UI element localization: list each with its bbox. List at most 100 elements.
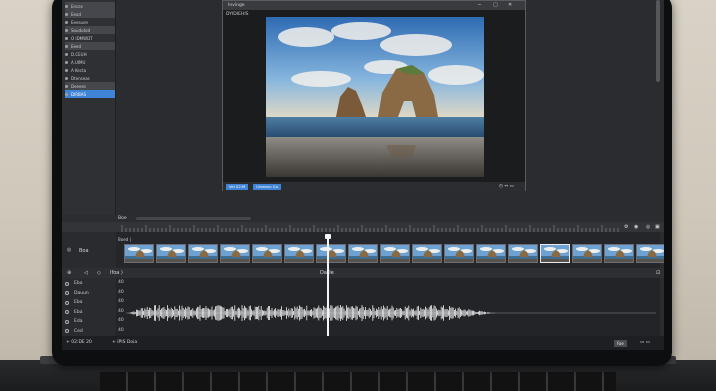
maximize-icon[interactable]: ▢	[493, 2, 498, 8]
clip-thumbnail[interactable]	[380, 244, 410, 263]
vertical-scrollbar[interactable]	[656, 0, 660, 82]
audio-track-header[interactable]: Dauun	[65, 289, 89, 298]
minimize-icon[interactable]: ─	[478, 2, 481, 8]
marker-icon[interactable]: ◉	[634, 224, 638, 230]
project-item[interactable]: Eeesuen	[65, 18, 115, 26]
timecode-button[interactable]: Vel 02:M	[226, 183, 249, 190]
status-mid: + IPIS Doia	[112, 340, 138, 345]
clip-thumbnail[interactable]	[124, 244, 154, 263]
project-item-label: Deeees	[71, 83, 87, 89]
item-icon	[65, 60, 68, 64]
audio-track-header[interactable]: Eba	[65, 298, 82, 307]
clip-thumbnail[interactable]	[284, 244, 314, 263]
audio-track-headers: Eba Dauun Eba Eba Eda Ced	[62, 278, 116, 336]
project-panel: Ences Eead Eeesuen Soudutod O IDMWDT Eeed D.CE…	[62, 0, 116, 215]
timeline-header: Boe	[62, 215, 664, 222]
clip-thumbnail[interactable]	[540, 244, 570, 263]
clip-label: Boed |	[118, 237, 131, 242]
project-item[interactable]: Dtenseas	[65, 74, 115, 82]
audio-track-name: Ced	[74, 328, 83, 334]
clip-thumbnail[interactable]	[188, 244, 218, 263]
preview-title: Invinge	[228, 3, 245, 8]
timeline-label: Boe	[118, 216, 127, 221]
audio-lanes[interactable]: 40 40 40 40 40 40	[116, 278, 660, 336]
clip-thumbnails[interactable]	[116, 244, 664, 264]
timeline-zoom-slider[interactable]	[136, 217, 251, 220]
video-track[interactable]: Boed |	[116, 232, 664, 268]
project-item[interactable]: A.UIMU	[65, 58, 115, 66]
timeline-ruler[interactable]: ⚙ ◉ ◎ ▣	[62, 222, 664, 232]
keyboard	[100, 372, 616, 391]
project-item[interactable]: Deeees	[65, 82, 115, 90]
view-mode-button[interactable]: Uiveanu Gu	[253, 183, 282, 190]
editor-screen: Ences Eead Eeesuen Soudutod O IDMWDT Eeed D.CE…	[62, 0, 664, 350]
ruler-ticks	[121, 225, 619, 232]
status-icons[interactable]: ▭ ▭	[640, 340, 650, 345]
audio-label: Ifoa ⟩	[110, 270, 123, 276]
audio-track-header[interactable]: Eba	[65, 279, 82, 288]
clip-thumbnail[interactable]	[572, 244, 602, 263]
clip-thumbnail[interactable]	[604, 244, 634, 263]
preview-window: Invinge ─ ▢ ✕ DYIDIEHIS Vel 02:M Uiveanu…	[222, 0, 526, 191]
audio-waveform[interactable]	[116, 278, 660, 336]
video-track-header[interactable]: ◎ Boa	[62, 232, 116, 268]
project-item-label: Ences	[71, 3, 83, 9]
status-button[interactable]: Fae	[614, 340, 627, 347]
project-item[interactable]: DIRBAS	[65, 90, 115, 98]
speaker-icon[interactable]: ◁	[84, 270, 88, 276]
track-mute-icon[interactable]	[65, 281, 69, 286]
close-icon[interactable]: ✕	[508, 2, 512, 8]
item-icon	[65, 28, 68, 32]
audio-track-header[interactable]: Eda	[65, 317, 82, 326]
audio-track-header[interactable]: Ced	[65, 327, 83, 336]
track-mute-icon[interactable]	[65, 329, 69, 333]
clip-thumbnail[interactable]	[252, 244, 282, 263]
project-item[interactable]: Soudutod	[65, 26, 115, 34]
track-mute-icon[interactable]	[65, 310, 69, 314]
status-left: + 02:DE 20	[66, 340, 92, 345]
track-mute-icon[interactable]	[65, 319, 69, 324]
snap-icon[interactable]: ⚙	[624, 224, 628, 230]
clip-thumbnail[interactable]	[316, 244, 346, 263]
project-item-label: Eead	[71, 11, 81, 17]
lock-icon[interactable]: ▣	[655, 224, 660, 230]
audio-track-name: Eda	[74, 319, 83, 324]
clip-thumbnail[interactable]	[412, 244, 442, 263]
audio-track-header[interactable]: Eba	[65, 308, 82, 317]
clip-thumbnail[interactable]	[636, 244, 664, 263]
audio-track-name: Eba	[74, 300, 83, 305]
project-item-label: A Kecta	[71, 67, 87, 73]
clip-thumbnail[interactable]	[476, 244, 506, 263]
clip-thumbnail[interactable]	[508, 244, 538, 263]
project-item-label: Eeesuen	[71, 19, 89, 25]
track-visibility-icon[interactable]: ◎	[67, 247, 71, 253]
track-mute-icon[interactable]	[65, 300, 69, 305]
item-icon	[65, 12, 68, 16]
clip-thumbnail[interactable]	[156, 244, 186, 263]
item-icon	[65, 52, 68, 56]
project-item[interactable]: Eead	[65, 10, 115, 18]
clip-thumbnail[interactable]	[444, 244, 474, 263]
track-mute-icon[interactable]	[65, 291, 69, 295]
audio-track-name: Eba	[74, 281, 83, 286]
project-item[interactable]: Ences	[65, 2, 115, 10]
audio-track-name: Eba	[74, 309, 83, 315]
collapse-icon[interactable]: ⊡	[656, 270, 660, 276]
project-item[interactable]: O IDMWDT	[65, 34, 115, 42]
settings-icon[interactable]: ◇	[97, 270, 101, 276]
project-item[interactable]: A Kecta	[65, 66, 115, 74]
item-icon	[65, 76, 68, 80]
project-item-label: A.UIMU	[71, 59, 86, 65]
project-item-label: DIRBAS	[71, 91, 87, 97]
project-item-label: Eeed	[71, 43, 81, 49]
view-tools[interactable]: ◷ ↔ ▭	[499, 184, 514, 189]
project-item[interactable]: Eeed	[65, 42, 115, 50]
project-item[interactable]: D.CEUH	[65, 50, 115, 58]
playhead[interactable]	[327, 236, 329, 336]
preview-controls: Vel 02:M Uiveanu Gu ◷ ↔ ▭	[223, 182, 525, 191]
item-icon	[65, 68, 68, 72]
clip-thumbnail[interactable]	[348, 244, 378, 263]
clip-thumbnail[interactable]	[220, 244, 250, 263]
link-icon[interactable]: ◎	[646, 224, 650, 230]
add-track-icon[interactable]: ⊕	[67, 270, 71, 276]
